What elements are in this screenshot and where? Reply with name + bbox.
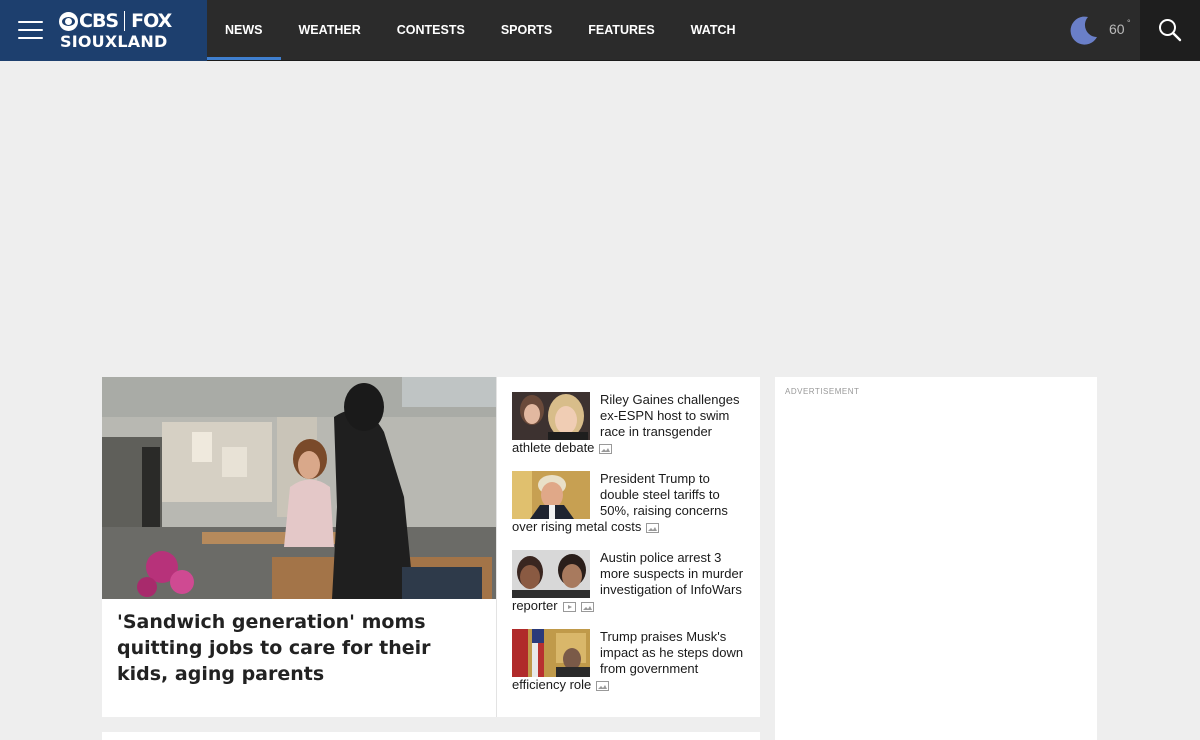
- search-icon: [1159, 19, 1182, 42]
- story-thumbnail: [512, 629, 590, 677]
- search-button[interactable]: [1140, 0, 1200, 61]
- nav-sports[interactable]: SPORTS: [483, 0, 570, 61]
- logo-fox-text: FOX: [131, 10, 172, 32]
- story-thumbnail: [512, 392, 590, 440]
- site-logo[interactable]: CBS FOX SIOUXLAND: [59, 10, 181, 52]
- logo-siouxland-text: SIOUXLAND: [60, 32, 168, 51]
- weather-degree: °: [1127, 18, 1131, 28]
- moon-icon: [1070, 16, 1097, 45]
- menu-icon[interactable]: [18, 21, 43, 40]
- side-story[interactable]: President Trump to double steel tariffs …: [512, 471, 744, 535]
- featured-image[interactable]: [102, 377, 496, 599]
- gallery-icon: [646, 523, 660, 533]
- gallery-icon: [599, 444, 613, 454]
- nav-features[interactable]: FEATURES: [570, 0, 672, 61]
- next-section-card: [102, 732, 760, 740]
- story-thumbnail: [512, 471, 590, 519]
- side-story[interactable]: Riley Gaines challenges ex-ESPN host to …: [512, 392, 744, 456]
- side-story[interactable]: Austin police arrest 3 more suspects in …: [512, 550, 744, 614]
- top-stories-card: 'Sandwich generation' moms quitting jobs…: [102, 377, 760, 717]
- nav-watch[interactable]: WATCH: [673, 0, 754, 61]
- site-header: CBS FOX SIOUXLAND NEWS WEATHER CONTESTS …: [0, 0, 1200, 61]
- gallery-icon: [580, 602, 594, 612]
- nav-news[interactable]: NEWS: [207, 0, 281, 61]
- gallery-icon: [596, 681, 610, 691]
- side-story[interactable]: Trump praises Musk's impact as he steps …: [512, 629, 744, 693]
- brand-block: CBS FOX SIOUXLAND: [0, 0, 207, 61]
- advertisement-box: ADVERTISEMENT: [775, 377, 1097, 740]
- nav-weather[interactable]: WEATHER: [281, 0, 379, 61]
- main-nav: NEWS WEATHER CONTESTS SPORTS FEATURES WA…: [207, 0, 754, 61]
- logo-cbs-text: CBS: [79, 10, 119, 32]
- featured-headline[interactable]: 'Sandwich generation' moms quitting jobs…: [117, 609, 487, 687]
- advertisement-label: ADVERTISEMENT: [785, 387, 860, 396]
- cbs-eye-icon: [59, 11, 78, 31]
- weather-widget[interactable]: 60 °: [1066, 13, 1136, 47]
- story-thumbnail: [512, 550, 590, 598]
- video-icon: [562, 602, 576, 612]
- nav-contests[interactable]: CONTESTS: [379, 0, 483, 61]
- weather-temp: 60: [1109, 21, 1125, 37]
